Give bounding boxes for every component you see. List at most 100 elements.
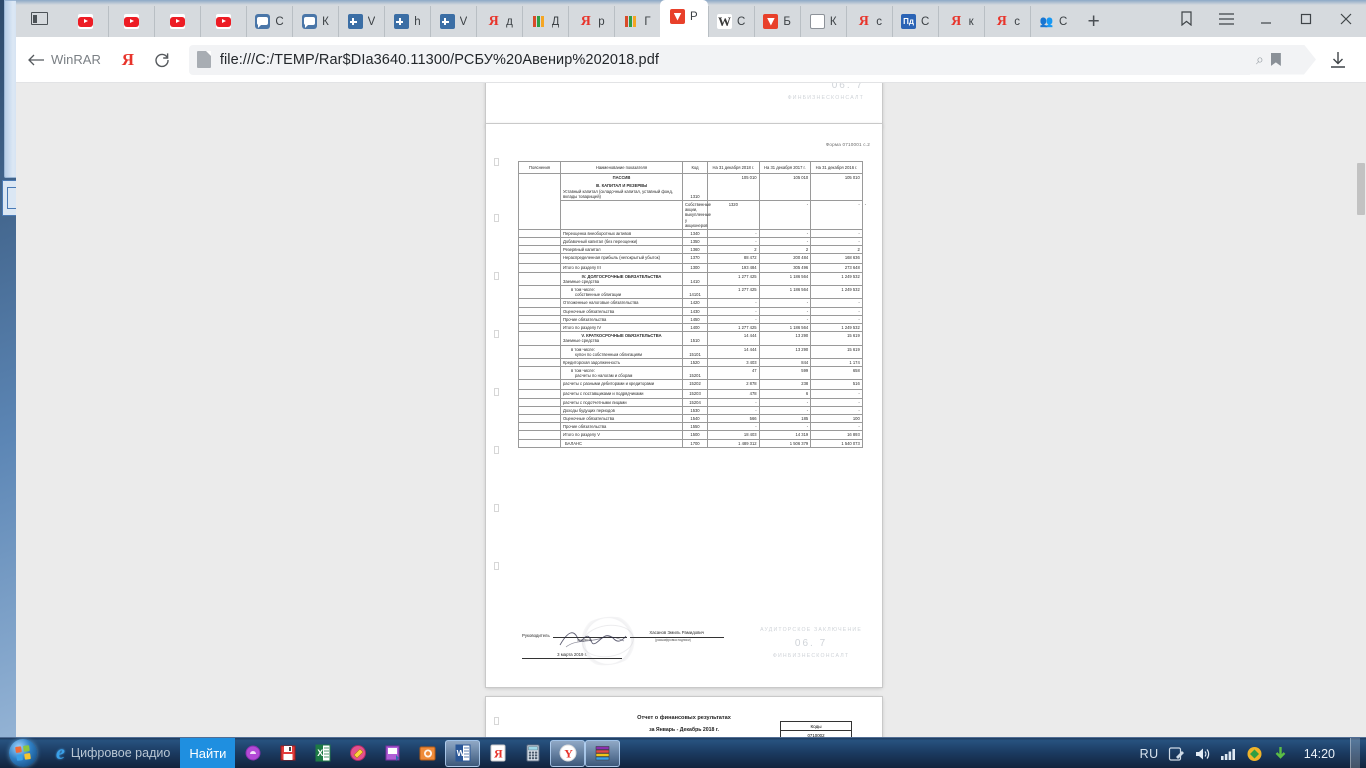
taskbar-ie-item[interactable]: e Цифровое радио [46, 738, 180, 768]
cell-value-2017: 238 [758, 379, 812, 391]
vk-icon [347, 14, 363, 29]
tab-3[interactable] [154, 6, 200, 37]
maximize-icon[interactable] [1286, 0, 1326, 37]
minimize-icon[interactable] [1246, 0, 1286, 37]
taskbar-item-excel[interactable]: X [305, 738, 340, 768]
cell-explanation [518, 357, 561, 368]
cell-name: Доходы будущих периодов [560, 405, 683, 416]
cell-value-2017: 1 186 564 [758, 284, 812, 300]
back-button-label: WinRAR [51, 52, 101, 67]
taskbar-item-app-violet[interactable] [375, 738, 410, 768]
yandex-home-button[interactable]: Я [111, 43, 145, 77]
reload-button[interactable] [145, 43, 179, 77]
watermark-line-3: ФИНБИЗНЕСКОНСАЛТ [787, 95, 864, 102]
tab-8[interactable]: h [384, 6, 430, 37]
bookmark-icon[interactable] [1166, 0, 1206, 37]
start-button[interactable] [0, 738, 46, 768]
cell-value-2017: 13 290 [758, 331, 812, 346]
tab-1[interactable] [62, 6, 108, 37]
svg-text:Y: Y [564, 747, 573, 761]
browser-window: С К V h V Яд Д Яр Г Р WС Б К Яс Пд С Як Я… [16, 0, 1366, 737]
cell-code: 15202 [682, 379, 708, 391]
cell-code: 15204 [682, 397, 708, 407]
tab-11[interactable]: Д [522, 6, 568, 37]
download-arrow-icon[interactable] [1272, 746, 1289, 762]
tab-18[interactable]: Яс [845, 6, 892, 37]
cell-value-2018: 1 277 425 [707, 271, 760, 287]
tab-15[interactable]: WС [707, 6, 754, 37]
cell-explanation [518, 237, 561, 247]
header-explanations: Пояснения [518, 160, 561, 175]
taskbar-item-paint[interactable] [340, 738, 375, 768]
tablet-pen-icon[interactable] [1168, 746, 1185, 762]
cell-code: 1430 [682, 306, 708, 316]
cell-name: Переоценка внеоборотных активов [560, 228, 683, 239]
taskbar-clock[interactable]: 14:20 [1298, 747, 1341, 761]
pdf-viewer-content[interactable]: АУДИТОРСКОЕ ЗАКЛЮЧЕНИЕ 06. 7 ФИНБИЗНЕСКО… [16, 83, 1366, 737]
show-desktop-button[interactable] [1350, 738, 1360, 768]
download-button[interactable] [1316, 43, 1360, 77]
tab-label: V [459, 15, 468, 28]
network-icon[interactable] [1220, 746, 1237, 762]
cell-value-2016: - [810, 228, 863, 239]
address-bar[interactable]: file:///C:/TEMP/Rar$DIa3640.11300/РСБУ%2… [188, 44, 1250, 75]
taskbar-item-winrar[interactable] [585, 739, 621, 767]
cell-code: 1360 [682, 245, 708, 255]
cell-value-2017: 185 [758, 413, 812, 424]
tab-21[interactable]: Яс [983, 6, 1030, 37]
new-tab-button[interactable]: + [1076, 6, 1112, 37]
tab-10[interactable]: Яд [476, 6, 522, 37]
vk-icon [394, 14, 410, 29]
yandex-icon: Я [580, 13, 591, 29]
tab-16[interactable]: Б [753, 6, 800, 37]
tab-4[interactable] [200, 6, 246, 37]
taskbar-item-photo[interactable] [410, 738, 445, 768]
close-icon[interactable] [1326, 0, 1366, 37]
bookmark-star-icon[interactable] [1271, 53, 1281, 66]
table-row: в том числе: собственные облигации 14101… [518, 284, 863, 300]
tab-12[interactable]: Яр [568, 6, 614, 37]
tab-13[interactable]: Г [614, 6, 660, 37]
tab-9[interactable]: V [430, 6, 476, 37]
table-row: Итого по разделу V 1500 18 403 14 319 16… [518, 430, 863, 440]
language-indicator[interactable]: RU [1140, 747, 1159, 761]
tab-6[interactable]: К [292, 6, 338, 37]
table-body: ПАССИВ III. КАПИТАЛ И РЕЗЕРВЫ Уставный к… [518, 173, 866, 448]
cell-name: Резервный капитал [560, 245, 683, 255]
tab-14-active-pdf[interactable]: Р [660, 0, 708, 37]
taskbar-item-yandex-disk[interactable] [235, 738, 270, 768]
cell-value-2016: - [810, 397, 863, 407]
hamburger-menu-icon[interactable] [1206, 0, 1246, 37]
taskbar-item-yandex[interactable]: Я [480, 738, 515, 768]
tab-7[interactable]: V [338, 6, 384, 37]
volume-icon[interactable] [1194, 746, 1211, 762]
cell-explanation [518, 271, 561, 287]
tab-label: Б [783, 15, 791, 28]
cell-code: 15101 [682, 344, 708, 359]
tab-2[interactable] [108, 6, 154, 37]
find-button[interactable]: Найти [180, 737, 236, 768]
vertical-scrollbar[interactable] [1356, 83, 1366, 737]
wikipedia-icon: W [717, 13, 733, 29]
tab-22[interactable]: 👥 С [1029, 6, 1076, 37]
cell-value-2017: - [758, 422, 812, 432]
cell-explanation [518, 306, 561, 316]
vk-message-icon [302, 14, 318, 29]
zoom-out-icon[interactable]: ⌕ [1256, 51, 1264, 68]
update-icon[interactable] [1246, 746, 1263, 762]
cell-value-2016: 658 [810, 366, 863, 381]
taskbar-item-save[interactable] [270, 738, 305, 768]
cell-value-2018: 105 010 [707, 173, 760, 201]
taskbar-item-yandex-browser[interactable]: Y [550, 739, 586, 767]
tab-19[interactable]: Пд С [891, 6, 938, 37]
people-icon: 👥 [1039, 16, 1054, 28]
scrollbar-thumb[interactable] [1357, 163, 1365, 215]
taskbar-item-calculator[interactable] [515, 738, 550, 768]
taskbar-item-word[interactable]: W [445, 739, 481, 767]
table-row: Отложенные налоговые обязательства 1420 … [518, 298, 863, 308]
tab-20[interactable]: Як [937, 6, 984, 37]
back-button[interactable]: WinRAR [22, 52, 111, 67]
tab-17[interactable]: К [799, 6, 846, 37]
tab-5[interactable]: С [246, 6, 292, 37]
sidebar-toggle-button[interactable] [16, 0, 62, 37]
